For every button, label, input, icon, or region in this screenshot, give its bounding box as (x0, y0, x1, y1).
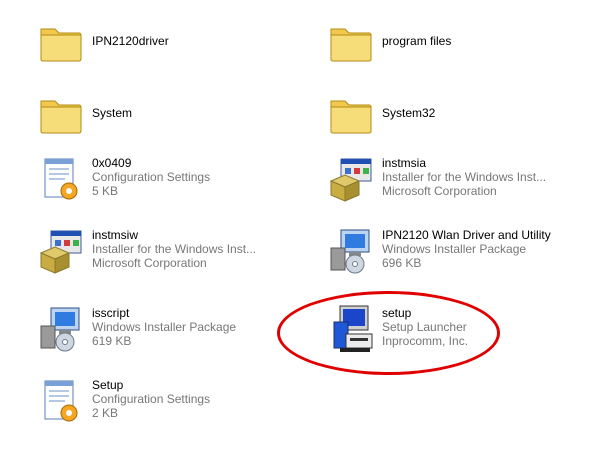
item-name: IPN2120driver (92, 34, 169, 48)
folder-item-ipn2120driver[interactable]: IPN2120driver (30, 12, 310, 74)
installer-box-icon (30, 220, 92, 282)
item-name: System32 (382, 106, 436, 120)
file-item-isscript[interactable]: isscript Windows Installer Package 619 K… (30, 298, 310, 360)
item-name: program files (382, 34, 452, 48)
file-item-0x0409[interactable]: 0x0409 Configuration Settings 5 KB (30, 148, 310, 210)
config-settings-icon (30, 148, 92, 210)
item-type: Configuration Settings (92, 392, 211, 406)
item-type: Windows Installer Package (382, 242, 527, 256)
item-company: Microsoft Corporation (382, 184, 497, 198)
file-item-instmsiw[interactable]: instmsiw Installer for the Windows Inst.… (30, 220, 310, 282)
setup-launcher-icon (320, 298, 382, 360)
file-item-ipn2120-wlan-driver[interactable]: IPN2120 Wlan Driver and Utility Windows … (320, 220, 593, 282)
folder-item-program-files[interactable]: program files (320, 12, 593, 74)
installer-package-icon (320, 220, 382, 282)
item-type: Configuration Settings (92, 170, 211, 184)
item-size: 2 KB (92, 406, 119, 420)
item-type: Installer for the Windows Inst... (92, 242, 257, 256)
item-name: System (92, 106, 133, 120)
item-size: 619 KB (92, 334, 132, 348)
folder-icon (320, 12, 382, 74)
file-item-instmsia[interactable]: instmsia Installer for the Windows Inst.… (320, 148, 593, 210)
file-item-setup-config[interactable]: Setup Configuration Settings 2 KB (30, 370, 310, 432)
installer-package-icon (30, 298, 92, 360)
item-company: Microsoft Corporation (92, 256, 207, 270)
item-name: 0x0409 (92, 156, 132, 170)
folder-item-system32[interactable]: System32 (320, 84, 593, 146)
item-type: Setup Launcher (382, 320, 467, 334)
folder-item-system[interactable]: System (30, 84, 310, 146)
item-name: setup (382, 306, 412, 320)
item-size: 696 KB (382, 256, 422, 270)
item-name: isscript (92, 306, 130, 320)
folder-icon (30, 84, 92, 146)
item-name: instmsiw (92, 228, 139, 242)
file-item-setup-launcher[interactable]: setup Setup Launcher Inprocomm, Inc. (320, 298, 593, 360)
config-settings-icon (30, 370, 92, 432)
item-name: Setup (92, 378, 124, 392)
folder-icon (30, 12, 92, 74)
item-size: 5 KB (92, 184, 119, 198)
folder-icon (320, 84, 382, 146)
item-type: Installer for the Windows Inst... (382, 170, 547, 184)
item-name: instmsia (382, 156, 427, 170)
item-type: Windows Installer Package (92, 320, 237, 334)
item-name: IPN2120 Wlan Driver and Utility (382, 228, 551, 242)
item-company: Inprocomm, Inc. (382, 334, 469, 348)
installer-box-icon (320, 148, 382, 210)
